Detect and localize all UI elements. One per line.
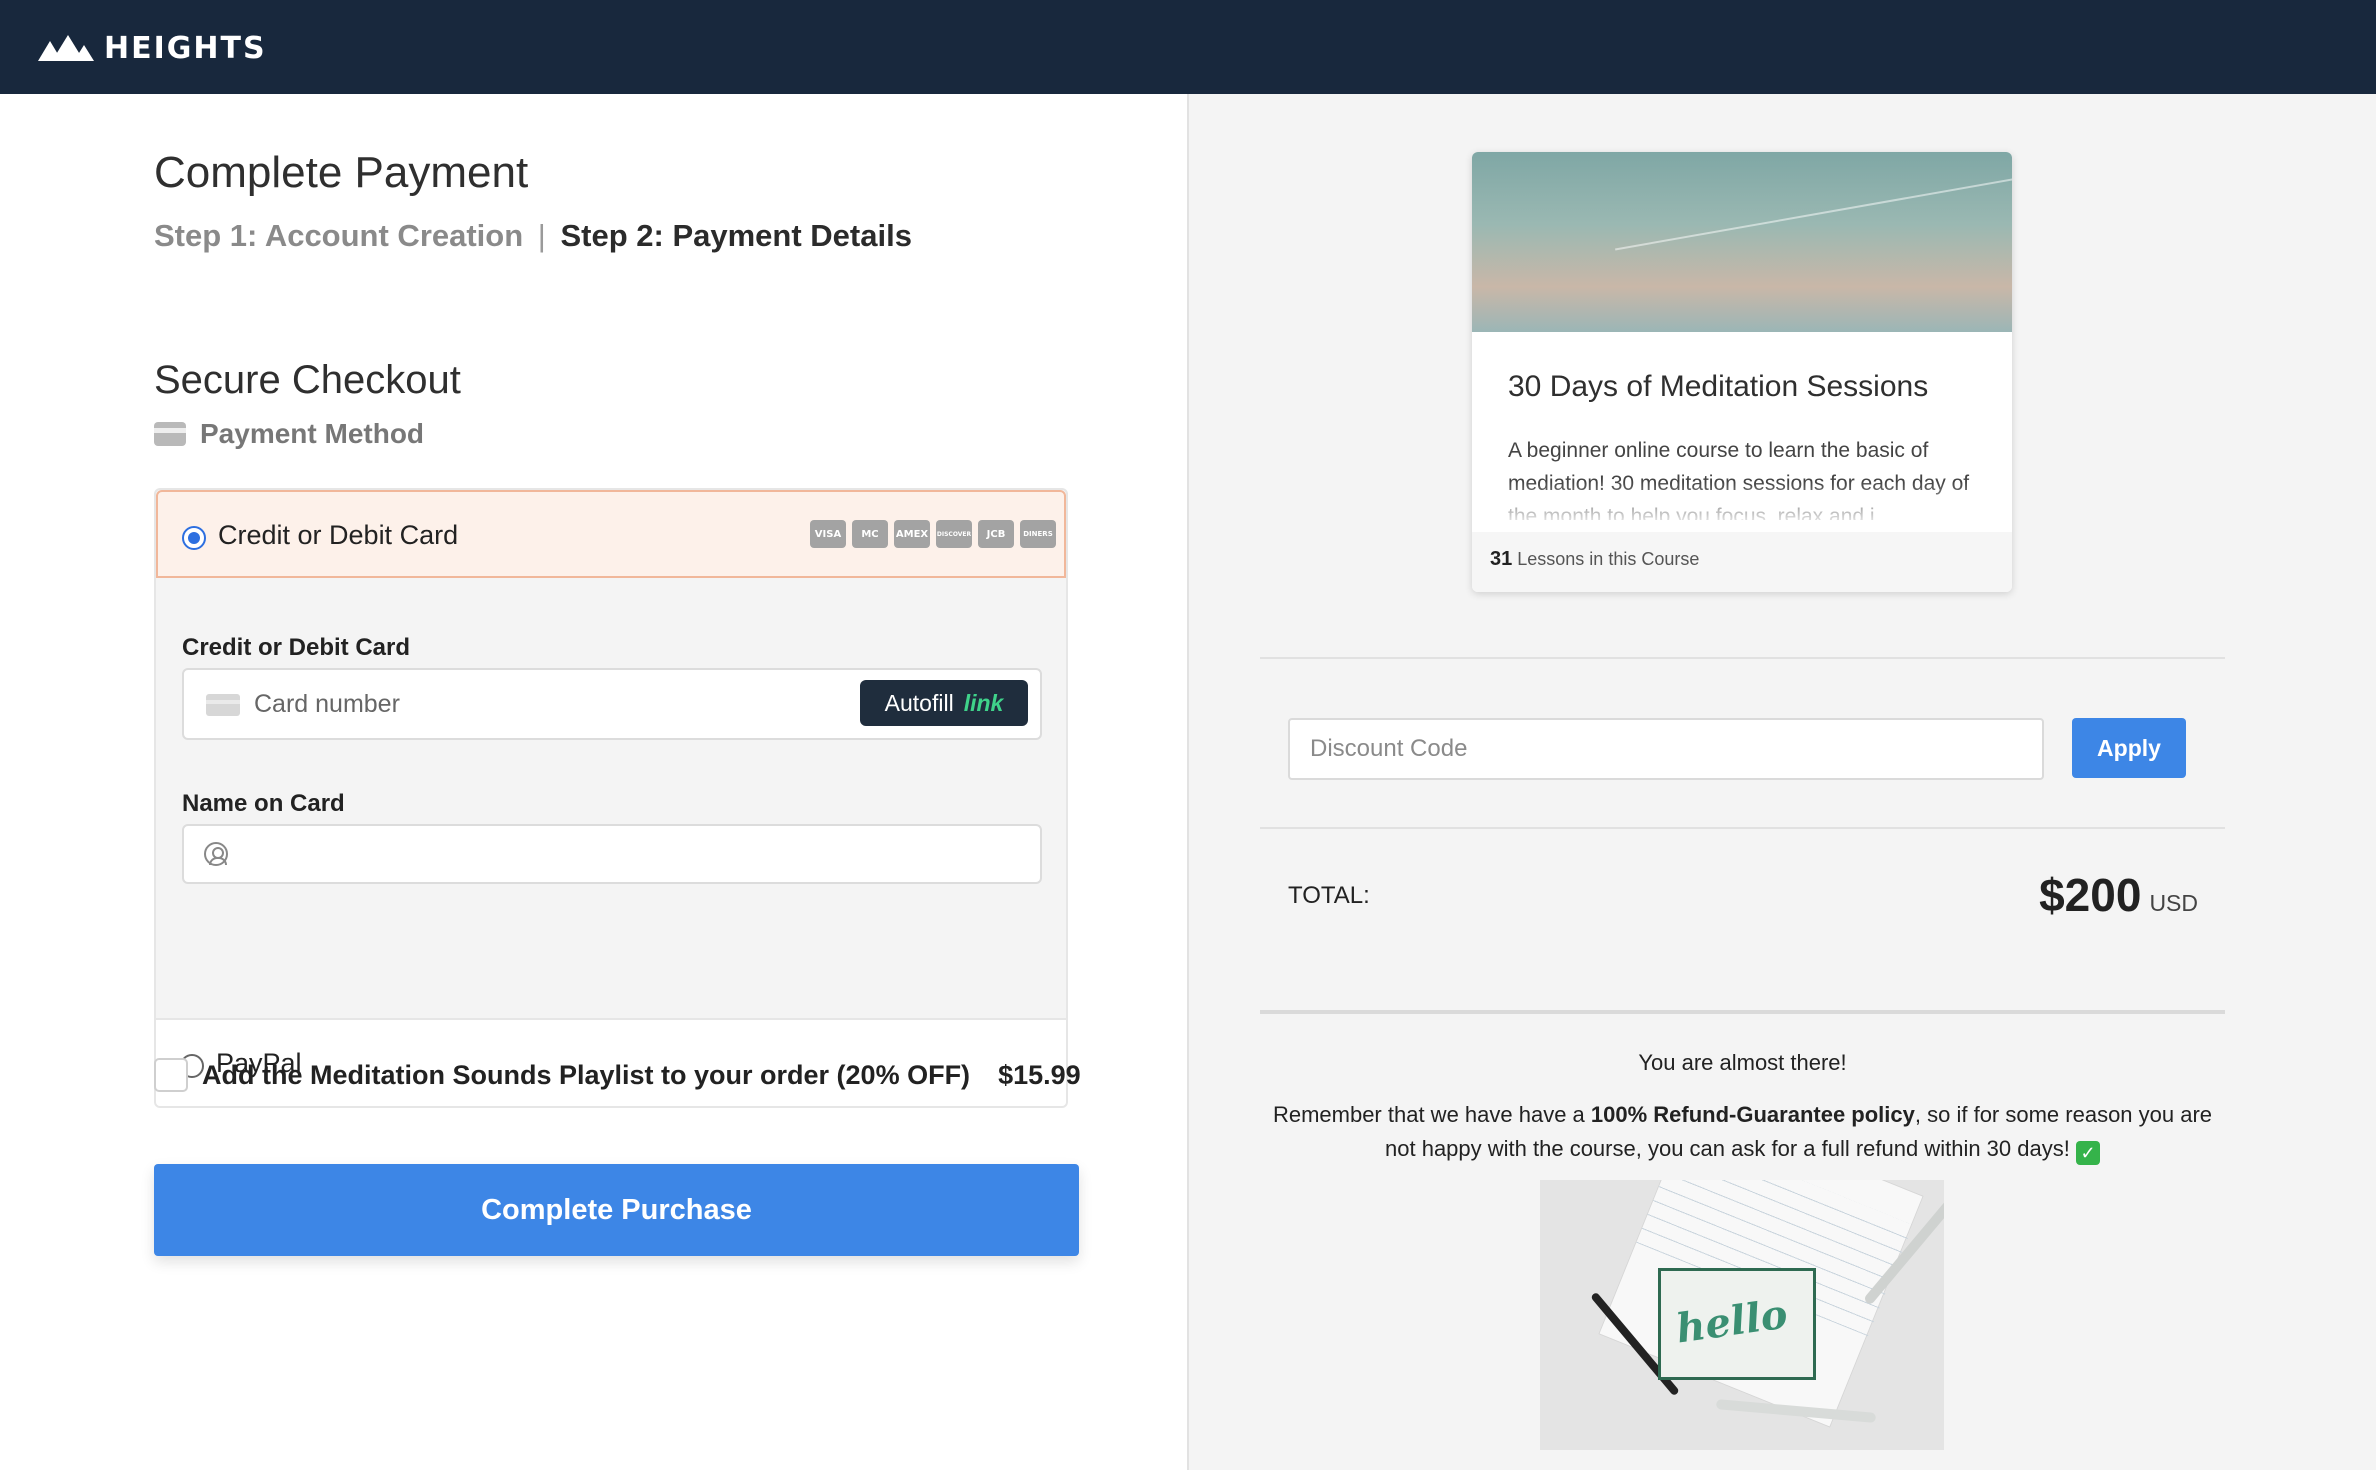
- summary-divider: [1260, 827, 2225, 829]
- lessons-label: Lessons in this Course: [1517, 549, 1700, 569]
- lessons-count: 31: [1490, 548, 1513, 570]
- step-account-creation[interactable]: Step 1: Account Creation: [154, 218, 523, 253]
- description-fade: [1472, 482, 2012, 528]
- refund-policy-text: Remember that we have have a 100% Refund…: [1260, 1098, 2225, 1166]
- credit-card-icon: [154, 422, 186, 446]
- addon-price: $15.99: [998, 1059, 1081, 1090]
- course-title: 30 Days of Meditation Sessions: [1508, 370, 1929, 403]
- visa-icon: VISA: [810, 520, 846, 548]
- link-logo: link: [963, 689, 1004, 716]
- step-payment-details: Step 2: Payment Details: [560, 218, 912, 253]
- discover-icon: DISCOVER: [936, 520, 972, 548]
- lessons-info: 31 Lessons in this Course: [1490, 548, 1699, 571]
- total-divider: [1260, 1010, 2225, 1014]
- apply-discount-button[interactable]: Apply: [2072, 718, 2186, 778]
- refund-prefix: Remember that we have have a: [1272, 1102, 1591, 1127]
- payment-method-heading: Payment Method: [154, 418, 424, 450]
- top-bar: HEIGHTS: [0, 0, 2376, 94]
- total-amount: $200 USD: [2039, 868, 2198, 922]
- hello-card-photo: hello: [1540, 1180, 1944, 1450]
- user-circle-icon: [204, 842, 228, 866]
- card-brand-icons: VISA MC AMEX DISCOVER JCB DINERS: [810, 520, 1056, 548]
- checkout-panel: Complete Payment Step 1: Account Creatio…: [0, 94, 1189, 1470]
- card-number-input[interactable]: Card number Autofill link: [182, 668, 1042, 740]
- discount-code-input[interactable]: [1288, 718, 2044, 780]
- total-label: TOTAL:: [1288, 882, 1370, 909]
- card-option-label[interactable]: Credit or Debit Card: [218, 520, 458, 551]
- amex-icon: AMEX: [894, 520, 930, 548]
- card-icon: [206, 694, 240, 716]
- card-option[interactable]: Credit or Debit Card VISA MC AMEX DISCOV…: [156, 490, 1066, 578]
- jcb-icon: JCB: [978, 520, 1014, 548]
- total-value: $200: [2039, 869, 2142, 921]
- name-field-label: Name on Card: [182, 790, 345, 817]
- course-cover-image: [1472, 152, 2012, 332]
- page-title: Complete Payment: [154, 148, 529, 197]
- step-separator: |: [537, 218, 546, 253]
- refund-policy-name: 100% Refund-Guarantee policy: [1590, 1102, 1915, 1127]
- addon-checkbox[interactable]: [154, 1058, 188, 1092]
- mountain-logo-icon: [38, 35, 94, 61]
- total-currency: USD: [2149, 890, 2198, 916]
- mastercard-icon: MC: [852, 520, 888, 548]
- autofill-link-button[interactable]: Autofill link: [860, 680, 1028, 726]
- checkout-steps: Step 1: Account Creation | Step 2: Payme…: [154, 218, 912, 254]
- autofill-label: Autofill: [884, 689, 954, 716]
- card-radio[interactable]: [182, 526, 206, 550]
- addon-row: Add the Meditation Sounds Playlist to yo…: [154, 1058, 1081, 1092]
- name-on-card-input[interactable]: [182, 824, 1042, 884]
- lessons-bar: 31 Lessons in this Course: [1472, 532, 2012, 592]
- card-number-placeholder[interactable]: Card number: [254, 690, 400, 719]
- addon-label[interactable]: Add the Meditation Sounds Playlist to yo…: [202, 1060, 970, 1091]
- payment-method-label: Payment Method: [200, 418, 425, 449]
- payment-method-box: Credit or Debit Card VISA MC AMEX DISCOV…: [154, 488, 1068, 1108]
- brand-logo[interactable]: HEIGHTS: [38, 30, 267, 66]
- complete-purchase-button[interactable]: Complete Purchase: [154, 1164, 1079, 1256]
- card-field-label: Credit or Debit Card: [182, 634, 411, 661]
- secure-checkout-heading: Secure Checkout: [154, 358, 461, 402]
- course-card: 30 Days of Meditation Sessions A beginne…: [1472, 152, 2012, 592]
- check-mark-icon: ✓: [2075, 1141, 2100, 1165]
- summary-divider: [1260, 657, 2225, 659]
- brand-name: HEIGHTS: [104, 30, 267, 66]
- diners-icon: DINERS: [1020, 520, 1056, 548]
- almost-there-text: You are almost there!: [1638, 1050, 1847, 1075]
